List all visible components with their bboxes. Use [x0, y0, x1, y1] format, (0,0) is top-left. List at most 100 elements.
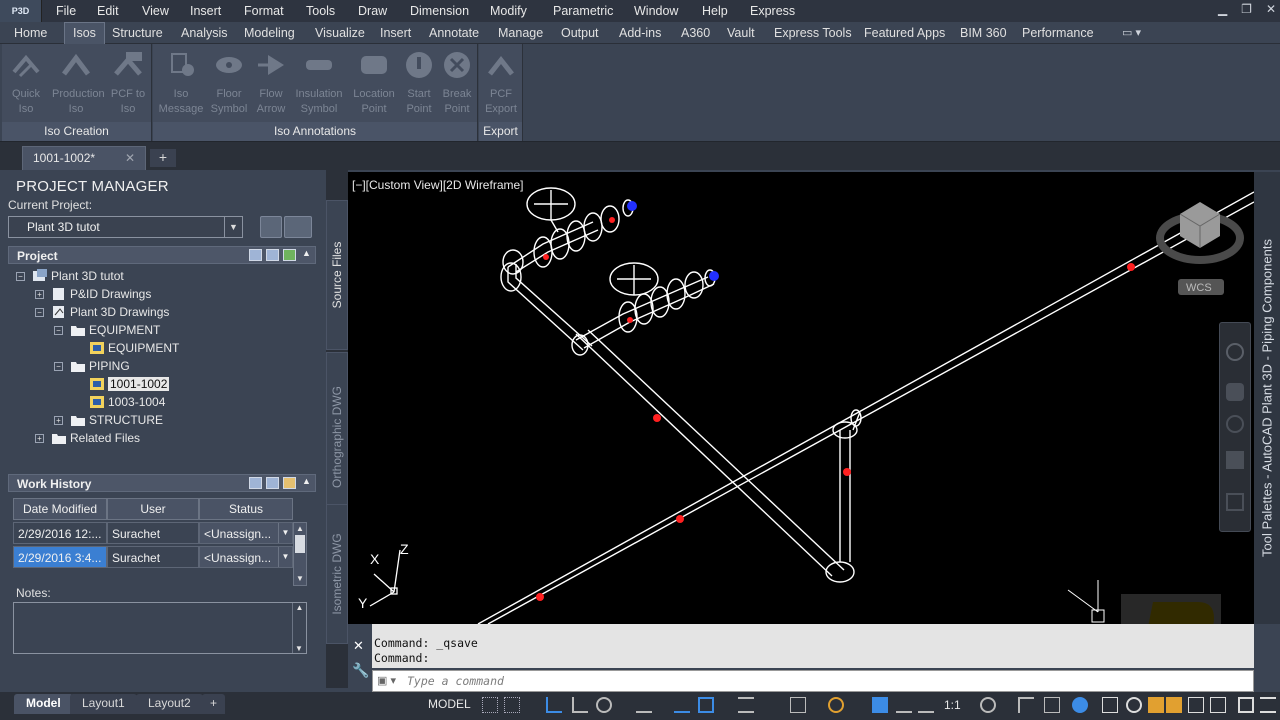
tab-isometric-dwg[interactable]: Isometric DWG	[326, 504, 348, 644]
tree-item-plant-3d-drawings[interactable]: − Plant 3D Drawings	[35, 303, 169, 321]
wh-col-date[interactable]: Date Modified	[13, 498, 107, 520]
tab-source-files[interactable]: Source Files	[326, 200, 348, 350]
tab-orthographic-dwg[interactable]: Orthographic DWG	[326, 352, 348, 522]
tree-item-1003-1004[interactable]: 1003-1004	[89, 393, 165, 411]
project-icon[interactable]	[1148, 697, 1164, 713]
pcf-export-button[interactable]: PCF Export	[477, 48, 525, 117]
annotation-scale-value[interactable]: 1:1	[944, 698, 961, 712]
tree-item-structure-folder[interactable]: + STRUCTURE	[54, 411, 163, 429]
model-space-toggle[interactable]: MODEL	[428, 697, 471, 711]
isodraft-icon[interactable]	[636, 697, 652, 713]
menu-tools[interactable]: Tools	[306, 4, 335, 18]
close-icon[interactable]: ✕	[353, 638, 364, 654]
add-layout-icon[interactable]: +	[202, 694, 226, 714]
project-options-icon[interactable]	[284, 216, 312, 238]
location-point-button[interactable]: Location Point	[350, 48, 398, 117]
object-snap-icon[interactable]	[698, 697, 714, 713]
refresh-icon[interactable]	[283, 249, 296, 261]
collapse-icon[interactable]: −	[54, 325, 63, 335]
break-point-button[interactable]: Break Point	[433, 48, 481, 117]
wh-details-icon[interactable]	[266, 477, 279, 489]
gear-icon[interactable]	[980, 697, 996, 713]
document-icon[interactable]	[1210, 697, 1226, 713]
object-snap-tracking-icon[interactable]	[674, 697, 690, 713]
lineweight-icon[interactable]	[738, 697, 754, 713]
wh-col-status[interactable]: Status	[199, 498, 293, 520]
layout-tab-model[interactable]: Model	[14, 694, 73, 714]
command-prompt-icon[interactable]: ▣ ▾	[377, 674, 396, 687]
menu-insert[interactable]: Insert	[190, 4, 221, 18]
grid-icon[interactable]	[482, 697, 498, 713]
3d-object-snap-icon[interactable]	[790, 697, 806, 713]
tab-visualize[interactable]: Visualize	[315, 26, 365, 40]
production-iso-button[interactable]: Production Iso	[52, 48, 105, 117]
current-project-select[interactable]: Plant 3D tutot ▼	[8, 216, 243, 238]
tree-item-project[interactable]: − Plant 3D tutot	[16, 267, 124, 285]
auto-scale-icon[interactable]	[896, 697, 912, 713]
tab-home[interactable]: Home	[14, 26, 47, 40]
showmotion-icon[interactable]	[1226, 493, 1244, 511]
floor-symbol-button[interactable]: Floor Symbol	[205, 48, 253, 117]
folder-icon[interactable]	[1166, 697, 1182, 713]
zoom-icon[interactable]	[1226, 415, 1244, 433]
wh-row-1-date[interactable]: 2/29/2016 12:...	[13, 522, 107, 544]
insulation-symbol-button[interactable]: Insulation Symbol	[295, 48, 343, 117]
project-setup-icon[interactable]	[260, 216, 282, 238]
tree-item-pid-drawings[interactable]: + P&ID Drawings	[35, 285, 151, 303]
wh-row-2-date[interactable]: 2/29/2016 3:4...	[13, 546, 107, 568]
wh-scrollbar[interactable]: ▲ ▼	[293, 522, 307, 586]
sync-icon[interactable]	[1126, 697, 1142, 713]
tab-modeling[interactable]: Modeling	[244, 26, 295, 40]
layout-tab-layout1[interactable]: Layout1	[70, 694, 137, 714]
steering-wheel-icon[interactable]	[1226, 343, 1244, 361]
notes-textarea[interactable]: ▲ ▼	[13, 602, 307, 654]
pcf-to-iso-button[interactable]: PCF to Iso	[104, 48, 152, 117]
menu-draw[interactable]: Draw	[358, 4, 387, 18]
tree-item-related-files[interactable]: + Related Files	[35, 429, 140, 447]
quick-iso-button[interactable]: Quick Iso	[2, 48, 50, 117]
wh-row-1-user[interactable]: Surachet	[107, 522, 199, 544]
tab-output[interactable]: Output	[561, 26, 599, 40]
expand-icon[interactable]: +	[54, 415, 63, 425]
snap-icon[interactable]	[504, 697, 520, 713]
tab-annotate[interactable]: Annotate	[429, 26, 479, 40]
tab-add-ins[interactable]: Add-ins	[619, 26, 661, 40]
quick-view-icon[interactable]	[1102, 697, 1118, 713]
infer-constraints-icon[interactable]	[546, 697, 562, 713]
tree-item-equipment-folder[interactable]: − EQUIPMENT	[54, 321, 160, 339]
layout-tab-layout2[interactable]: Layout2	[136, 694, 203, 714]
tab-insert[interactable]: Insert	[380, 26, 411, 40]
menu-parametric[interactable]: Parametric	[553, 4, 613, 18]
app-logo[interactable]: P3D	[0, 0, 42, 22]
wrench-icon[interactable]: 🔧	[352, 662, 369, 679]
close-tab-icon[interactable]: ✕	[125, 151, 135, 165]
collapse-icon[interactable]: ▲	[302, 476, 311, 486]
tab-bim-360[interactable]: BIM 360	[960, 26, 1007, 40]
tree-item-equipment-drawing[interactable]: EQUIPMENT	[89, 339, 179, 357]
wh-col-user[interactable]: User	[107, 498, 199, 520]
orbit-icon[interactable]	[1226, 451, 1244, 469]
wh-row-1-status[interactable]: <Unassign... ▼	[199, 522, 293, 544]
collapse-icon[interactable]: −	[16, 271, 25, 281]
close-icon[interactable]: ✕	[1266, 2, 1276, 16]
menu-dimension[interactable]: Dimension	[410, 4, 469, 18]
doc-tab-1001-1002[interactable]: 1001-1002* ✕	[22, 146, 146, 170]
wh-view-icon[interactable]	[249, 477, 262, 489]
tree-item-piping-folder[interactable]: − PIPING	[54, 357, 130, 375]
expand-icon[interactable]: +	[35, 289, 44, 299]
menu-express[interactable]: Express	[750, 4, 795, 18]
expand-icon[interactable]: +	[35, 433, 44, 443]
hardware-acceleration-icon[interactable]	[1072, 697, 1088, 713]
tab-a360[interactable]: A360	[681, 26, 710, 40]
tab-featured-apps[interactable]: Featured Apps	[864, 26, 945, 40]
tab-performance[interactable]: Performance	[1022, 26, 1094, 40]
menu-window[interactable]: Window	[634, 4, 678, 18]
ortho-icon[interactable]	[572, 697, 588, 713]
ribbon-options-icon[interactable]: ▭ ▾	[1122, 26, 1141, 39]
wh-row-2-status[interactable]: <Unassign... ▼	[199, 546, 293, 568]
new-tab-button[interactable]: +	[150, 149, 176, 167]
print-icon[interactable]	[1188, 697, 1204, 713]
tab-manage[interactable]: Manage	[498, 26, 543, 40]
tab-express-tools[interactable]: Express Tools	[774, 26, 852, 40]
collapse-icon[interactable]: ▲	[302, 248, 311, 258]
